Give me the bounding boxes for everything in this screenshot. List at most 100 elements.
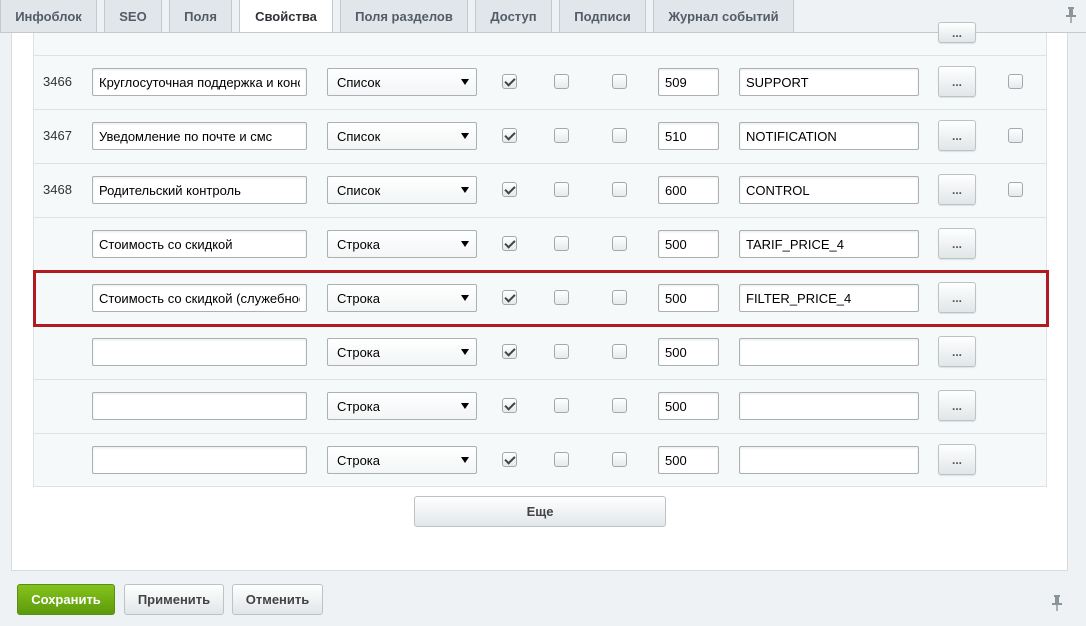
tab-label: Инфоблок xyxy=(15,8,82,24)
active-checkbox[interactable] xyxy=(502,236,517,251)
more-button[interactable]: Еще xyxy=(414,496,666,527)
code-input[interactable] xyxy=(739,122,919,150)
settings-button[interactable]: ... xyxy=(938,174,976,205)
settings-button[interactable]: ... xyxy=(938,120,976,151)
pin-icon[interactable] xyxy=(1050,594,1064,612)
chevron-down-icon xyxy=(461,403,469,409)
multiple-checkbox[interactable] xyxy=(554,398,569,413)
chevron-down-icon xyxy=(461,133,469,139)
chevron-down-icon xyxy=(461,241,469,247)
required-checkbox[interactable] xyxy=(612,236,627,251)
delete-checkbox[interactable] xyxy=(1008,74,1023,89)
tab-label: Доступ xyxy=(490,8,537,24)
select-value: Список xyxy=(337,183,381,198)
code-input[interactable] xyxy=(739,176,919,204)
tab-label: SEO xyxy=(119,8,147,24)
property-type-select[interactable]: Список xyxy=(327,68,477,96)
code-input[interactable] xyxy=(739,68,919,96)
sort-input[interactable] xyxy=(658,392,719,420)
tab-infoblock[interactable]: Инфоблок xyxy=(0,0,97,33)
required-checkbox[interactable] xyxy=(612,452,627,467)
select-value: Строка xyxy=(337,237,381,252)
code-input[interactable] xyxy=(739,230,919,258)
tab-bar: Инфоблок SEO Поля Свойства Поля разделов… xyxy=(0,0,1086,33)
multiple-checkbox[interactable] xyxy=(554,236,569,251)
settings-button[interactable]: ... xyxy=(938,444,976,475)
required-checkbox[interactable] xyxy=(612,182,627,197)
chevron-down-icon xyxy=(461,187,469,193)
required-checkbox[interactable] xyxy=(612,398,627,413)
property-id: 3468 xyxy=(43,182,72,197)
sort-input[interactable] xyxy=(658,122,719,150)
code-input[interactable] xyxy=(739,446,919,474)
property-type-select[interactable]: Список xyxy=(327,176,477,204)
code-input[interactable] xyxy=(739,338,919,366)
cancel-button[interactable]: Отменить xyxy=(232,584,323,615)
property-name-input[interactable] xyxy=(92,176,307,204)
multiple-checkbox[interactable] xyxy=(554,452,569,467)
highlight-frame xyxy=(33,270,1049,327)
property-name-input[interactable] xyxy=(92,446,307,474)
sort-input[interactable] xyxy=(658,446,719,474)
property-name-input[interactable] xyxy=(92,122,307,150)
select-value: Список xyxy=(337,75,381,90)
code-input[interactable] xyxy=(739,392,919,420)
chevron-down-icon xyxy=(461,349,469,355)
chevron-down-icon xyxy=(461,79,469,85)
tab-access[interactable]: Доступ xyxy=(475,0,552,33)
select-value: Строка xyxy=(337,399,381,414)
multiple-checkbox[interactable] xyxy=(554,74,569,89)
delete-checkbox[interactable] xyxy=(1008,182,1023,197)
property-name-input[interactable] xyxy=(92,338,307,366)
tab-event-log[interactable]: Журнал событий xyxy=(653,0,794,33)
settings-button[interactable]: ... xyxy=(938,390,976,421)
tab-captions[interactable]: Подписи xyxy=(559,0,646,33)
settings-button[interactable]: ... xyxy=(938,336,976,367)
select-value: Строка xyxy=(337,453,381,468)
sort-input[interactable] xyxy=(658,338,719,366)
property-type-select[interactable]: Строка xyxy=(327,446,477,474)
active-checkbox[interactable] xyxy=(502,128,517,143)
settings-button[interactable]: ... xyxy=(938,22,976,43)
active-checkbox[interactable] xyxy=(502,182,517,197)
multiple-checkbox[interactable] xyxy=(554,182,569,197)
tab-seo[interactable]: SEO xyxy=(104,0,162,33)
tab-section-fields[interactable]: Поля разделов xyxy=(340,0,468,33)
active-checkbox[interactable] xyxy=(502,344,517,359)
property-type-select[interactable]: Строка xyxy=(327,338,477,366)
property-name-input[interactable] xyxy=(92,392,307,420)
chevron-down-icon xyxy=(461,457,469,463)
required-checkbox[interactable] xyxy=(612,74,627,89)
property-name-input[interactable] xyxy=(92,230,307,258)
tab-fields[interactable]: Поля xyxy=(169,0,232,33)
settings-button[interactable]: ... xyxy=(938,66,976,97)
save-button[interactable]: Сохранить xyxy=(17,584,115,615)
multiple-checkbox[interactable] xyxy=(554,344,569,359)
property-name-input[interactable] xyxy=(92,68,307,96)
tab-properties[interactable]: Свойства xyxy=(239,0,333,33)
sort-input[interactable] xyxy=(658,230,719,258)
property-type-select[interactable]: Список xyxy=(327,122,477,150)
required-checkbox[interactable] xyxy=(612,344,627,359)
select-value: Строка xyxy=(337,345,381,360)
tab-label: Поля xyxy=(184,8,217,24)
multiple-checkbox[interactable] xyxy=(554,128,569,143)
select-value: Список xyxy=(337,129,381,144)
sort-input[interactable] xyxy=(658,176,719,204)
active-checkbox[interactable] xyxy=(502,74,517,89)
property-type-select[interactable]: Строка xyxy=(327,230,477,258)
settings-button[interactable]: ... xyxy=(938,228,976,259)
property-id: 3466 xyxy=(43,74,72,89)
active-checkbox[interactable] xyxy=(502,452,517,467)
tab-label: Поля разделов xyxy=(355,8,453,24)
delete-checkbox[interactable] xyxy=(1008,128,1023,143)
property-id: 3467 xyxy=(43,128,72,143)
tab-label: Подписи xyxy=(574,8,631,24)
property-type-select[interactable]: Строка xyxy=(327,392,477,420)
pin-icon[interactable] xyxy=(1064,6,1078,24)
tab-label: Свойства xyxy=(255,8,317,24)
required-checkbox[interactable] xyxy=(612,128,627,143)
sort-input[interactable] xyxy=(658,68,719,96)
active-checkbox[interactable] xyxy=(502,398,517,413)
apply-button[interactable]: Применить xyxy=(124,584,224,615)
